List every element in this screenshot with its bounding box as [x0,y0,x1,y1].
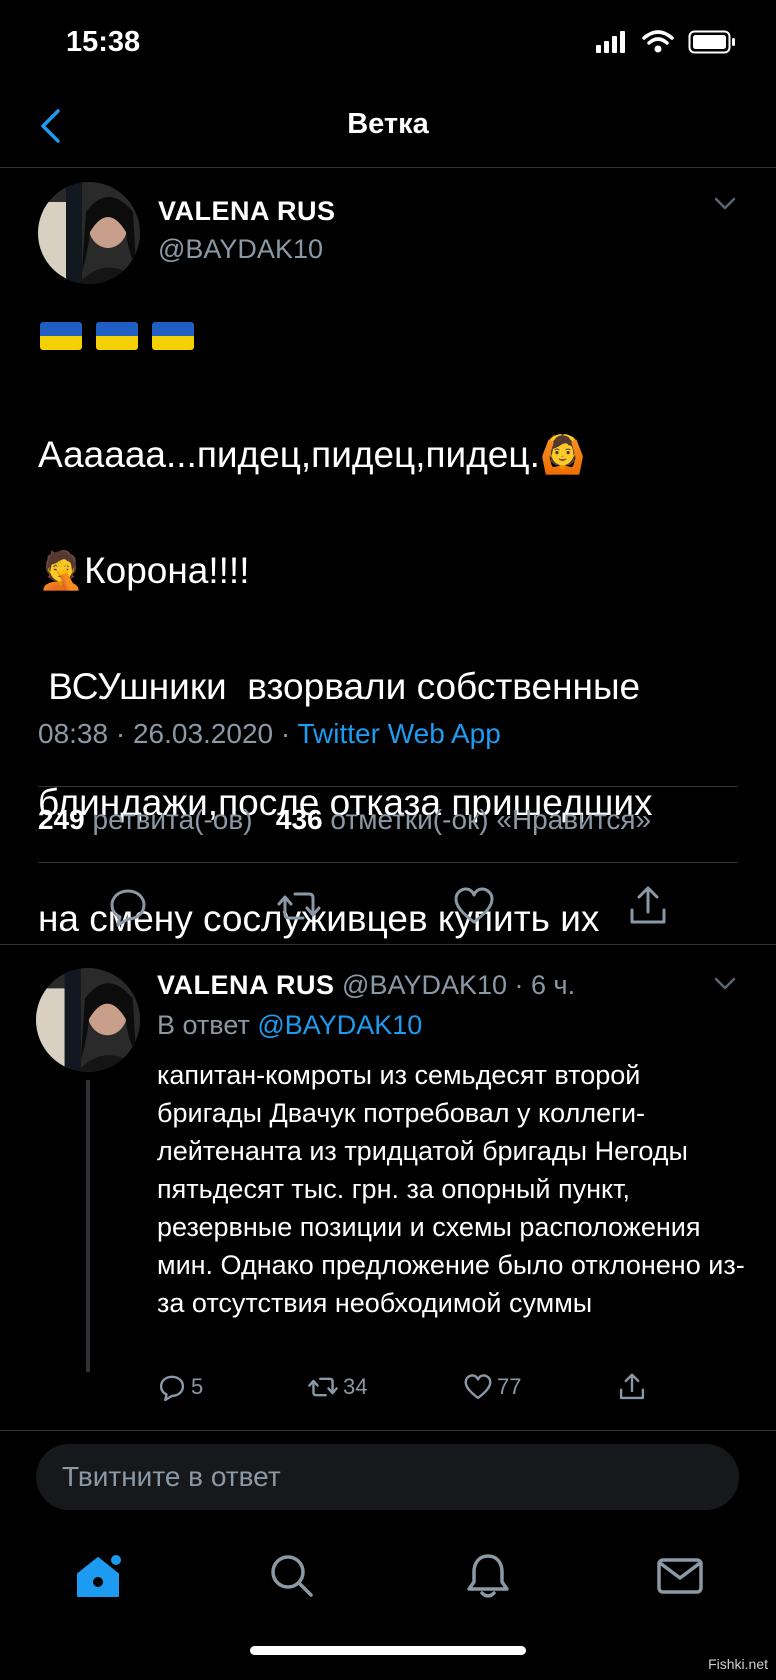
reply-icon [159,1375,185,1402]
retweet-count: 249 [38,804,85,835]
tweet-line: ВСУшники взорвали собственные [38,666,641,707]
nav-header: Ветка [0,88,776,168]
replying-to: В ответ @BAYDAK10 [157,1010,422,1041]
home-indicator[interactable] [250,1646,526,1655]
share-action[interactable] [617,1372,647,1402]
like-heart-icon [464,1374,492,1400]
ukraine-flag-icon [96,322,138,350]
battery-icon [688,30,735,54]
chevron-down-icon[interactable] [710,968,740,998]
like-action[interactable]: 77 [463,1372,521,1402]
reply-action[interactable]: 5 [157,1372,203,1402]
reply-text: капитан-комроты из семьдесят второй бриг… [157,1060,745,1318]
avatar-image [38,182,140,284]
notifications-bell-icon[interactable] [462,1550,514,1602]
share-icon[interactable] [626,884,670,928]
reply-prefix: В ответ [157,1010,250,1040]
avatar[interactable] [38,182,140,284]
avatar[interactable] [36,968,140,1072]
tweet-line: 🤦Корона!!!! [38,550,250,591]
like-heart-icon[interactable] [452,884,496,928]
tweet-stats: 249 ретвита(-ов) 436 отметки(-ок) «Нрави… [38,804,651,836]
retweet-action[interactable]: 34 [307,1372,367,1402]
reply-composer[interactable] [36,1444,739,1510]
like-count: 436 [275,804,323,835]
reply-icon[interactable] [106,884,150,928]
retweet-icon[interactable] [277,884,321,928]
likes-stat[interactable]: 436 отметки(-ок) «Нравится» [276,804,651,835]
chevron-down-icon[interactable] [710,188,740,218]
retweets-stat[interactable]: 249 ретвита(-ов) [38,804,253,835]
status-bar: 15:38 [0,0,776,88]
signal-icon [596,31,625,53]
divider [0,944,776,945]
like-label: отметки(-ок) «Нравится» [330,804,652,835]
reply-to-handle-link[interactable]: @BAYDAK10 [257,1010,422,1040]
thread-line [86,1080,90,1372]
status-time: 15:38 [66,26,141,58]
tweet-line: Аааааа...пидец,пидец,пидец.🙆 [38,434,586,475]
like-count: 77 [497,1374,522,1399]
author-name[interactable]: VALENA RUS [157,970,335,1000]
tweet-source-link[interactable]: Twitter Web App [297,718,500,749]
ukraine-flag-icon [40,322,82,350]
search-icon[interactable] [266,1550,318,1602]
tweet-actions [0,884,776,956]
reply-count: 5 [191,1374,204,1399]
handle-and-time: @BAYDAK10 · 6 ч. [342,970,576,1000]
tweet-meta: 08:38 · 26.03.2020 · Twitter Web App [38,718,501,750]
reply-input[interactable] [36,1444,739,1510]
divider [0,1430,776,1431]
page-title: Ветка [347,108,429,140]
author-handle[interactable]: @BAYDAK10 [158,234,323,265]
flag-emojis [40,322,194,350]
messages-mail-icon[interactable] [654,1550,706,1602]
wifi-icon [642,30,674,53]
avatar-image [36,968,140,1072]
tweet-timestamp: 08:38 · 26.03.2020 · [38,718,298,749]
retweet-icon [308,1377,338,1397]
share-icon [619,1373,645,1400]
home-icon[interactable] [72,1550,124,1602]
retweet-count: 34 [343,1374,368,1399]
status-icons [596,30,736,54]
reply-header: VALENA RUS @BAYDAK10 · 6 ч. [157,970,575,1001]
reply-actions: 5 34 77 [157,1372,677,1412]
ukraine-flag-icon [152,322,194,350]
retweet-label: ретвита(-ов) [92,804,253,835]
watermark: Fishki.net [708,1656,768,1672]
divider [38,786,738,787]
divider [38,862,738,863]
author-name[interactable]: VALENA RUS [158,196,336,227]
tab-bar [0,1530,776,1620]
